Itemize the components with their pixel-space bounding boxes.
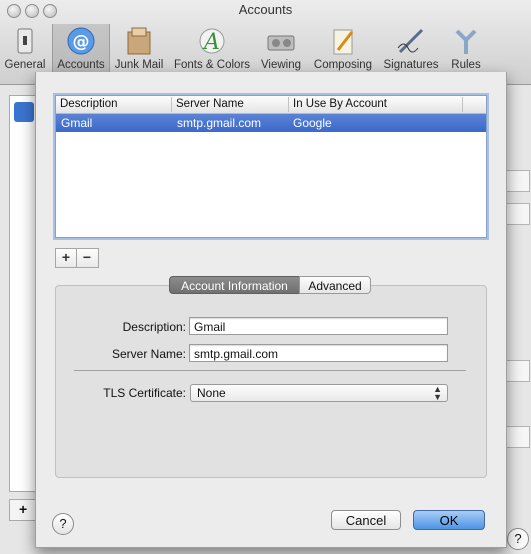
tab-advanced[interactable]: Advanced — [299, 276, 371, 294]
junk-mail-icon — [122, 26, 156, 56]
table-row[interactable]: Gmail smtp.gmail.com Google — [56, 114, 486, 132]
table-header: Description Server Name In Use By Accoun… — [56, 96, 486, 114]
smtp-server-sheet: Description Server Name In Use By Accoun… — [35, 72, 507, 548]
toolbar-label: Signatures — [383, 59, 439, 71]
popup-arrows-icon: ▲ ▼ — [433, 384, 442, 402]
tls-certificate-popup[interactable]: None ▲ ▼ — [190, 384, 448, 402]
rules-icon — [449, 26, 483, 56]
cancel-button[interactable]: Cancel — [331, 510, 401, 530]
toolbar-rules[interactable]: Rules — [446, 24, 486, 74]
signatures-icon — [394, 26, 428, 56]
toolbar-general[interactable]: General — [2, 24, 48, 74]
toolbar-viewing[interactable]: Viewing — [256, 24, 306, 74]
divider — [74, 370, 466, 371]
toolbar-label: Composing — [313, 59, 373, 71]
column-header-in-use-by-account[interactable]: In Use By Account — [289, 97, 463, 112]
toolbar-label: Viewing — [260, 59, 302, 71]
server-name-label: Server Name: — [111, 347, 186, 361]
help-button[interactable]: ? — [52, 513, 74, 535]
background-field — [506, 170, 530, 192]
toolbar-label: Rules — [451, 59, 481, 71]
background-popup — [506, 426, 530, 448]
composing-icon — [326, 26, 360, 56]
smtp-server-table[interactable]: Description Server Name In Use By Accoun… — [55, 95, 487, 238]
description-label: Description: — [122, 320, 186, 334]
fonts-colors-icon: A — [195, 26, 229, 56]
tls-certificate-value: None — [197, 386, 226, 400]
tab-account-information[interactable]: Account Information — [169, 276, 300, 294]
general-switch-icon — [8, 26, 42, 56]
toolbar-fonts-colors[interactable]: A Fonts & Colors — [170, 24, 254, 74]
cell-server-name: smtp.gmail.com — [177, 116, 262, 130]
cell-description: Gmail — [61, 116, 93, 130]
preferences-toolbar: General @ Accounts Junk Mail A Fonts & C… — [0, 24, 531, 74]
column-header-description[interactable]: Description — [56, 97, 172, 112]
toolbar-composing[interactable]: Composing — [310, 24, 376, 74]
column-header-server-name[interactable]: Server Name — [172, 97, 289, 112]
toolbar-label: Fonts & Colors — [173, 59, 251, 71]
toolbar-signatures[interactable]: Signatures — [380, 24, 442, 74]
cell-in-use-by: Google — [293, 116, 332, 130]
description-field[interactable]: Gmail — [189, 317, 448, 335]
toolbar-label: Accounts — [57, 59, 105, 71]
at-sign-icon: @ — [64, 26, 98, 56]
viewing-icon — [264, 26, 298, 56]
toolbar-label: General — [4, 59, 46, 71]
svg-text:A: A — [202, 30, 220, 55]
window-title: Accounts — [238, 2, 293, 17]
toolbar-junk-mail[interactable]: Junk Mail — [112, 24, 166, 74]
svg-text:@: @ — [73, 32, 90, 52]
ok-button[interactable]: OK — [413, 510, 485, 530]
remove-server-button[interactable]: − — [77, 249, 97, 267]
toolbar-label: Junk Mail — [114, 59, 164, 71]
background-field — [506, 203, 530, 225]
tls-certificate-label: TLS Certificate: — [103, 386, 186, 400]
server-settings-box — [55, 285, 487, 478]
background-popup — [506, 360, 530, 382]
background-help-button[interactable]: ? — [507, 528, 529, 550]
add-remove-control: + − — [55, 248, 99, 268]
toolbar-accounts[interactable]: @ Accounts — [52, 24, 110, 74]
add-server-button[interactable]: + — [56, 249, 77, 267]
account-gmail-icon — [14, 102, 34, 122]
server-name-field[interactable]: smtp.gmail.com — [189, 344, 448, 362]
